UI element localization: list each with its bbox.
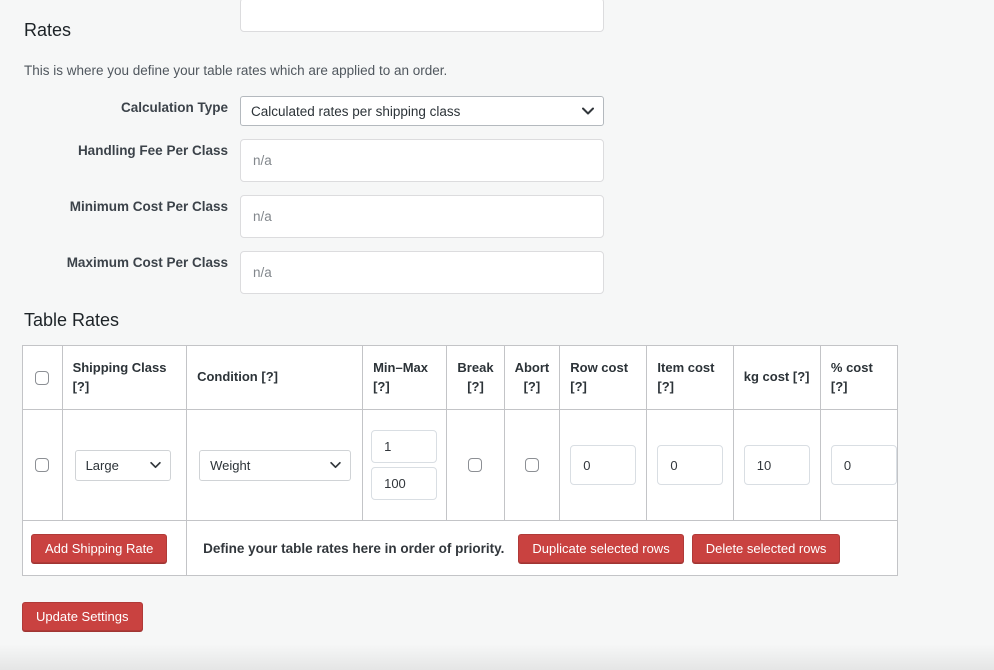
- abort-checkbox[interactable]: [525, 458, 539, 472]
- col-kg-cost: kg cost [?]: [733, 346, 820, 410]
- select-all-checkbox[interactable]: [35, 371, 49, 385]
- help-link[interactable]: [?]: [657, 379, 674, 394]
- col-min-max: Min–Max [?]: [363, 346, 447, 410]
- abort-cell: [504, 410, 560, 521]
- col-break-label: Break: [457, 360, 493, 375]
- col-abort-label: Abort: [515, 360, 550, 375]
- handling-fee-input[interactable]: [240, 139, 604, 182]
- calculation-type-row: Calculation Type Calculated rates per sh…: [24, 96, 994, 126]
- maximum-cost-row: Maximum Cost Per Class: [24, 251, 994, 294]
- condition-select[interactable]: Weight: [199, 450, 351, 481]
- col-condition-label: Condition: [197, 369, 258, 384]
- kg-cost-cell: [733, 410, 820, 521]
- item-cost-input[interactable]: [657, 445, 723, 485]
- table-rates: Shipping Class [?] Condition [?] Min–Max…: [22, 345, 898, 576]
- col-item-cost-label: Item cost: [657, 360, 714, 375]
- duplicate-rows-button[interactable]: Duplicate selected rows: [518, 534, 683, 563]
- help-link[interactable]: [?]: [524, 379, 541, 394]
- partial-input-above[interactable]: [240, 0, 604, 32]
- minimum-cost-input[interactable]: [240, 195, 604, 238]
- min-input[interactable]: [371, 430, 437, 463]
- maximum-cost-input[interactable]: [240, 251, 604, 294]
- col-condition: Condition [?]: [187, 346, 363, 410]
- maximum-cost-label: Maximum Cost Per Class: [24, 251, 228, 272]
- minimum-cost-row: Minimum Cost Per Class: [24, 195, 994, 238]
- help-link[interactable]: [?]: [570, 379, 587, 394]
- handling-fee-label: Handling Fee Per Class: [24, 139, 228, 160]
- row-cost-cell: [560, 410, 647, 521]
- row-select-checkbox[interactable]: [35, 458, 49, 472]
- col-row-cost: Row cost [?]: [560, 346, 647, 410]
- calculation-type-label: Calculation Type: [24, 96, 228, 117]
- priority-note: Define your table rates here in order of…: [203, 541, 504, 556]
- handling-fee-row: Handling Fee Per Class: [24, 139, 994, 182]
- calculation-type-select[interactable]: Calculated rates per shipping class: [240, 96, 604, 126]
- shipping-class-cell: Large: [62, 410, 187, 521]
- row-select-cell: [23, 410, 63, 521]
- break-checkbox[interactable]: [468, 458, 482, 472]
- percent-cost-cell: [820, 410, 897, 521]
- kg-cost-input[interactable]: [744, 445, 810, 485]
- table-row: Large Weight: [23, 410, 898, 521]
- minimum-cost-label: Minimum Cost Per Class: [24, 195, 228, 216]
- update-settings-button[interactable]: Update Settings: [22, 602, 143, 631]
- col-percent-cost: % cost [?]: [820, 346, 897, 410]
- help-link[interactable]: [?]: [261, 369, 278, 384]
- col-percent-cost-label: % cost: [831, 360, 873, 375]
- rates-form: Calculation Type Calculated rates per sh…: [0, 96, 994, 294]
- col-shipping-class: Shipping Class [?]: [62, 346, 187, 410]
- help-link[interactable]: [?]: [831, 379, 848, 394]
- footer-actions-cell: Define your table rates here in order of…: [187, 521, 898, 576]
- col-kg-cost-label: kg cost: [744, 369, 790, 384]
- col-item-cost: Item cost [?]: [647, 346, 733, 410]
- shipping-class-select[interactable]: Large: [75, 450, 171, 481]
- col-min-max-label: Min–Max: [373, 360, 428, 375]
- help-link[interactable]: [?]: [467, 379, 484, 394]
- percent-cost-input[interactable]: [831, 445, 897, 485]
- help-link[interactable]: [?]: [373, 379, 390, 394]
- max-input[interactable]: [371, 467, 437, 500]
- add-shipping-rate-button[interactable]: Add Shipping Rate: [31, 534, 167, 563]
- col-break: Break [?]: [447, 346, 504, 410]
- add-rate-cell: Add Shipping Rate: [23, 521, 187, 576]
- row-cost-input[interactable]: [570, 445, 636, 485]
- help-link[interactable]: [?]: [73, 379, 90, 394]
- col-row-cost-label: Row cost: [570, 360, 628, 375]
- delete-rows-button[interactable]: Delete selected rows: [692, 534, 841, 563]
- table-header-row: Shipping Class [?] Condition [?] Min–Max…: [23, 346, 898, 410]
- table-footer-row: Add Shipping Rate Define your table rate…: [23, 521, 898, 576]
- item-cost-cell: [647, 410, 733, 521]
- condition-cell: Weight: [187, 410, 363, 521]
- select-all-cell: [23, 346, 63, 410]
- bottom-fade: [0, 644, 994, 670]
- rates-section-description: This is where you define your table rate…: [24, 63, 994, 78]
- col-abort: Abort [?]: [504, 346, 560, 410]
- table-rates-title: Table Rates: [24, 310, 994, 331]
- col-shipping-class-label: Shipping Class: [73, 360, 167, 375]
- help-link[interactable]: [?]: [793, 369, 810, 384]
- break-cell: [447, 410, 504, 521]
- min-max-cell: [363, 410, 447, 521]
